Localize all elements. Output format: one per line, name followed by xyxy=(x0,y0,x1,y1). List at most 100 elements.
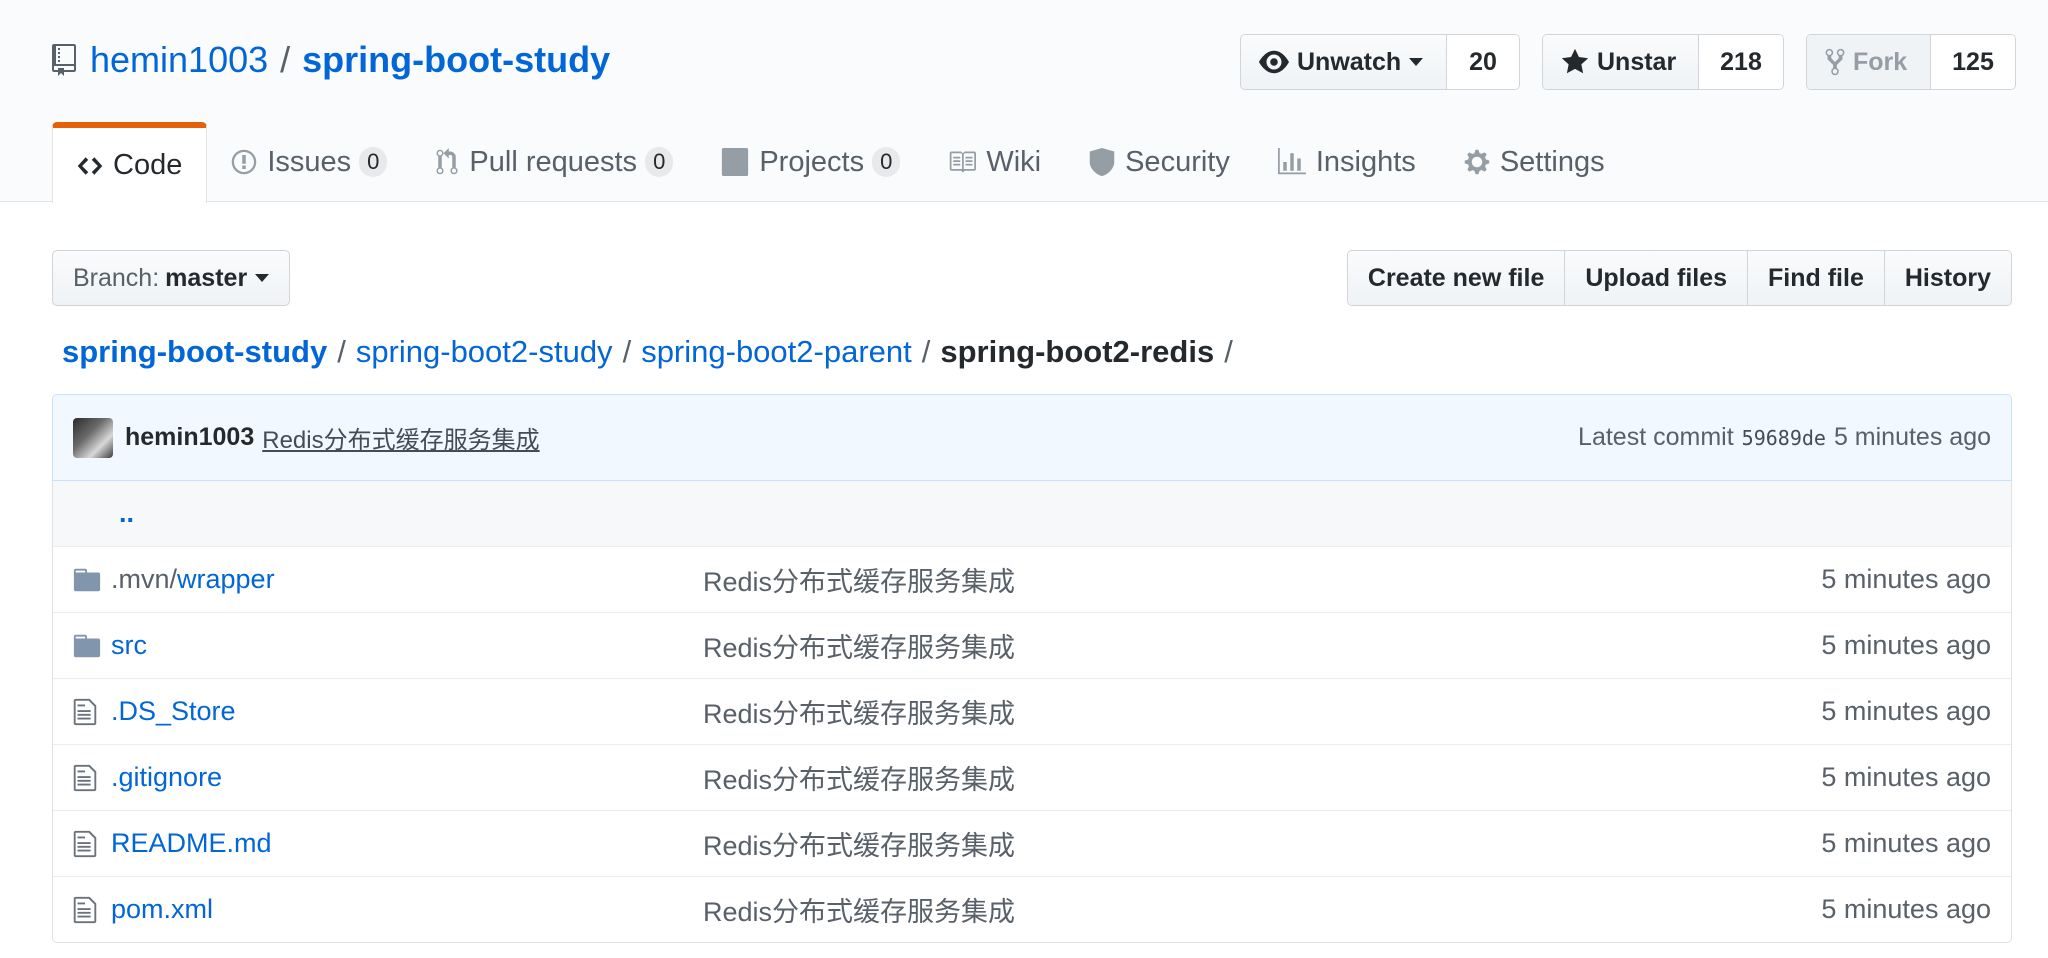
tab-pull-requests[interactable]: Pull requests 0 xyxy=(411,122,697,202)
file-age: 5 minutes ago xyxy=(1821,828,1991,858)
repo-icon xyxy=(52,44,76,76)
tab-wiki-label: Wiki xyxy=(986,145,1042,178)
file-name-link[interactable]: pom.xml xyxy=(111,894,703,925)
file-icon-wrap xyxy=(73,895,103,925)
parent-directory-link[interactable]: .. xyxy=(119,498,134,529)
tab-pull-requests-label: Pull requests xyxy=(469,145,638,178)
folder-icon-wrap xyxy=(73,565,103,595)
breadcrumb-separator: / xyxy=(921,334,931,369)
star-icon xyxy=(1561,48,1589,74)
unwatch-label: Unwatch xyxy=(1297,47,1402,76)
repo-header: hemin1003 / spring-boot-study Unwatch 20… xyxy=(0,0,2048,203)
file-icon-wrap xyxy=(73,829,103,859)
tab-projects[interactable]: Projects 0 xyxy=(697,122,924,202)
commit-meta: Latest commit 59689de 5 minutes ago xyxy=(1578,423,1991,452)
latest-commit-bar: hemin1003 Redis分布式缓存服务集成 Latest commit 5… xyxy=(52,394,2012,481)
find-file-button[interactable]: Find file xyxy=(1748,251,1885,305)
issue-icon xyxy=(232,149,257,175)
repo-name-link[interactable]: spring-boot-study xyxy=(302,39,610,81)
file-icon xyxy=(73,896,97,923)
repo-title-separator: / xyxy=(280,39,291,80)
breadcrumb: spring-boot-study / spring-boot2-study /… xyxy=(62,330,1243,374)
breadcrumb-separator: / xyxy=(1224,334,1233,369)
tab-settings-label: Settings xyxy=(1499,145,1605,178)
file-commit-message-link[interactable]: Redis分布式缓存服务集成 xyxy=(703,626,1821,665)
branch-label: Branch: xyxy=(73,263,160,292)
tab-security[interactable]: Security xyxy=(1065,122,1254,202)
create-new-file-button[interactable]: Create new file xyxy=(1347,251,1566,305)
upload-files-button[interactable]: Upload files xyxy=(1565,251,1749,305)
tab-settings[interactable]: Settings xyxy=(1440,122,1629,202)
tab-issues[interactable]: Issues 0 xyxy=(207,122,411,202)
folder-icon-wrap xyxy=(73,631,103,661)
avatar[interactable] xyxy=(73,417,113,458)
file-icon-wrap xyxy=(73,763,103,793)
unstar-button[interactable]: Unstar xyxy=(1543,35,1699,89)
pull-request-icon xyxy=(436,148,458,175)
forks-count[interactable]: 125 xyxy=(1931,35,2015,89)
watch-action: Unwatch 20 xyxy=(1240,34,1520,90)
repo-nav-tabs: Code Issues 0 Pull requests 0 Projects 0… xyxy=(52,122,1629,203)
commit-author[interactable]: hemin1003 xyxy=(125,423,254,452)
fork-label: Fork xyxy=(1853,47,1908,76)
breadcrumb-current: spring-boot2-redis xyxy=(940,334,1215,369)
fork-action: Fork 125 xyxy=(1806,34,2016,90)
list-item: .. xyxy=(53,481,2011,546)
unwatch-button[interactable]: Unwatch xyxy=(1241,35,1447,89)
chevron-down-icon xyxy=(1409,58,1424,66)
file-name: README.md xyxy=(111,828,272,858)
repo-owner-link[interactable]: hemin1003 xyxy=(90,39,268,81)
watchers-count[interactable]: 20 xyxy=(1447,35,1519,89)
file-name-link[interactable]: .gitignore xyxy=(111,762,703,793)
graph-icon xyxy=(1277,148,1306,175)
branch-value: master xyxy=(165,263,248,292)
file-commit-message-link[interactable]: Redis分布式缓存服务集成 xyxy=(703,560,1821,599)
file-name-link[interactable]: README.md xyxy=(111,828,703,859)
file-name-link[interactable]: .DS_Store xyxy=(111,696,703,727)
file-name-link[interactable]: .mvn/wrapper xyxy=(111,564,703,595)
repo-actions: Unwatch 20 Unstar 218 Fork 125 xyxy=(1240,34,2016,90)
projects-counter: 0 xyxy=(872,147,901,177)
file-name: src xyxy=(111,630,147,660)
breadcrumb-root-link[interactable]: spring-boot-study xyxy=(62,334,327,370)
file-age: 5 minutes ago xyxy=(1821,894,1991,924)
breadcrumb-link[interactable]: spring-boot2-parent xyxy=(641,334,912,370)
file-commit-message-link[interactable]: Redis分布式缓存服务集成 xyxy=(703,890,1821,929)
tab-projects-label: Projects xyxy=(759,145,865,178)
file-commit-message-link[interactable]: Redis分布式缓存服务集成 xyxy=(703,824,1821,863)
file-age: 5 minutes ago xyxy=(1821,696,1991,726)
tab-insights[interactable]: Insights xyxy=(1254,122,1440,202)
unstar-label: Unstar xyxy=(1597,47,1677,76)
fork-button[interactable]: Fork xyxy=(1807,35,1931,89)
file-age: 5 minutes ago xyxy=(1821,564,1991,594)
star-action: Unstar 218 xyxy=(1542,34,1784,90)
history-button[interactable]: History xyxy=(1884,251,2011,305)
branch-select-button[interactable]: Branch: master xyxy=(52,250,291,306)
file-name-link[interactable]: src xyxy=(111,630,703,661)
breadcrumb-separator: / xyxy=(622,334,632,369)
file-name: .gitignore xyxy=(111,762,223,792)
issues-counter: 0 xyxy=(359,147,388,177)
breadcrumb-separator: / xyxy=(337,334,346,369)
table-row: .gitignore Redis分布式缓存服务集成 5 minutes ago xyxy=(53,744,2011,810)
commit-sha-link[interactable]: 59689de xyxy=(1742,426,1826,450)
file-commit-message-link[interactable]: Redis分布式缓存服务集成 xyxy=(703,758,1821,797)
tab-code-label: Code xyxy=(113,149,183,181)
file-icon xyxy=(73,830,97,857)
file-commit-message-link[interactable]: Redis分布式缓存服务集成 xyxy=(703,692,1821,731)
tab-code[interactable]: Code xyxy=(52,122,208,203)
eye-icon xyxy=(1259,50,1289,74)
tab-insights-label: Insights xyxy=(1315,145,1416,178)
table-row: README.md Redis分布式缓存服务集成 5 minutes ago xyxy=(53,810,2011,876)
folder-icon xyxy=(73,568,101,591)
pull-requests-counter: 0 xyxy=(645,147,674,177)
file-list: .. .mvn/wrapper Redis分布式缓存服务集成 5 minutes a… xyxy=(52,481,2012,943)
commit-message-link[interactable]: Redis分布式缓存服务集成 xyxy=(262,420,539,455)
file-rows: .mvn/wrapper Redis分布式缓存服务集成 5 minutes ago s… xyxy=(53,546,2011,942)
breadcrumb-link[interactable]: spring-boot2-study xyxy=(356,334,613,370)
stargazers-count[interactable]: 218 xyxy=(1699,35,1783,89)
tab-wiki[interactable]: Wiki xyxy=(924,122,1065,202)
project-icon xyxy=(722,148,749,176)
table-row: pom.xml Redis分布式缓存服务集成 5 minutes ago xyxy=(53,876,2011,942)
file-age: 5 minutes ago xyxy=(1821,630,1991,660)
